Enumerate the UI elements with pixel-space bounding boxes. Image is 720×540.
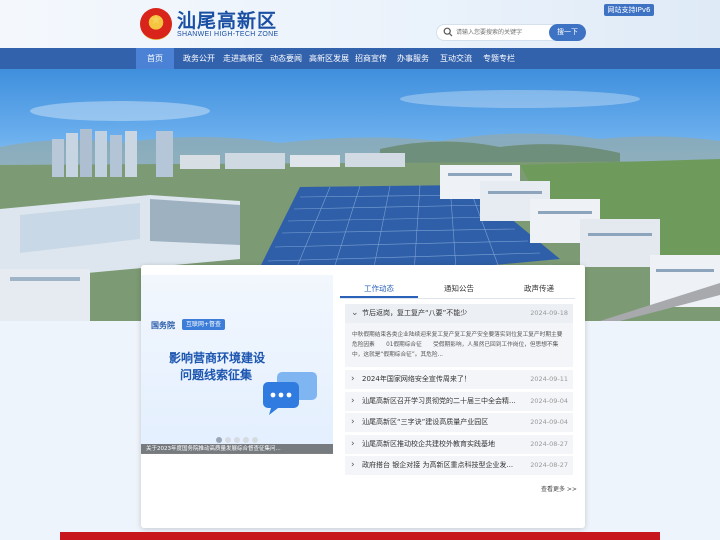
tab-policy-voice[interactable]: 政声传递 [500,279,578,298]
news-title[interactable]: 汕尾高新区“三字诀”建设高质量产业园区 [362,413,522,432]
news-date: 2024-09-11 [530,375,568,383]
news-title[interactable]: 汕尾高新区召开学习贯彻党的二十届三中全会精... [362,392,522,411]
banner-title-line1: 影响营商环境建设 [169,351,266,365]
header: ★ 汕尾高新区 SHANWEI HIGH-TECH ZONE 网站支持IPv6 … [0,0,720,48]
nav-item-services[interactable]: 办事服务 [393,48,433,69]
view-more-link[interactable]: 查看更多 >> [541,484,577,493]
promo-banner[interactable]: 国务院 互联网+督查 影响营商环境建设 问题线索征集 [141,275,333,453]
news-date: 2024-09-18 [530,309,568,317]
nav-item-investment[interactable]: 招商宣传 [352,48,390,69]
list-item[interactable]: › 汕尾高新区推动校企共建校外教育实践基地 2024-08-27 [345,435,573,454]
footer-bar [60,532,660,540]
chevron-down-icon: ⌄ [351,308,359,318]
nav-item-news[interactable]: 动态要闻 [266,48,306,69]
news-title[interactable]: 节后返岗，复工复产“八要”不能少 [362,304,522,323]
tab-notices[interactable]: 通知公告 [420,279,498,298]
search-input[interactable] [456,26,552,39]
carousel-dot-1[interactable] [216,437,222,443]
ipv6-badge: 网站支持IPv6 [604,4,654,16]
featured-news-item[interactable]: ⌄ 节后返岗，复工复产“八要”不能少 2024-09-18 中秋假期结束各类企业… [345,304,573,367]
banner-caption[interactable]: 关于2023年度国务院推动高质量发展综合督查征集问... [141,444,333,454]
featured-news-summary: 中秋假期结束各类企业陆续迎来复工复产复工复产安全要落实到位复工复产时期主要危险因… [352,332,563,358]
list-item[interactable]: › 汕尾高新区召开学习贯彻党的二十届三中全会精... 2024-09-04 [345,392,573,411]
tab-work-news[interactable]: 工作动态 [340,279,418,298]
carousel-dot-3[interactable] [234,437,240,443]
carousel-dot-5[interactable] [252,437,258,443]
site-name[interactable]: 汕尾高新区 [177,11,277,31]
chevron-right-icon: › [351,417,355,427]
nav-item-home[interactable]: 首页 [136,48,174,69]
star-icon: ★ [150,13,162,28]
banner-title-line2: 问题线索征集 [180,368,253,382]
news-title[interactable]: 汕尾高新区推动校企共建校外教育实践基地 [362,435,522,454]
list-item[interactable]: › 政府搭台 银企对接 为高新区重点科技型企业发... 2024-08-27 [345,456,573,475]
chevron-right-icon: › [351,460,355,470]
featured-news-header[interactable]: ⌄ 节后返岗，复工复产“八要”不能少 2024-09-18 [345,304,573,323]
nav-item-interaction[interactable]: 互动交流 [437,48,475,69]
national-emblem-logo: ★ [140,8,172,40]
banner-badge-state-council: 国务院 [151,321,175,330]
news-title[interactable]: 2024年国家网络安全宣传周来了！ [362,370,522,389]
carousel-dot-2[interactable] [225,437,231,443]
chat-bubble-icon [263,372,317,415]
news-title[interactable]: 政府搭台 银企对接 为高新区重点科技型企业发... [362,456,522,475]
chevron-right-icon: › [351,439,355,449]
nav-item-topics[interactable]: 专题专栏 [479,48,519,69]
chevron-right-icon: › [351,396,355,406]
news-date: 2024-08-27 [530,440,568,448]
news-date: 2024-08-27 [530,461,568,469]
main-nav: 首页 政务公开 走进高新区 动态要闻 高新区发展 招商宣传 办事服务 互动交流 … [0,48,720,69]
carousel-dot-4[interactable] [243,437,249,443]
nav-item-about-zone[interactable]: 走进高新区 [221,48,265,69]
list-item[interactable]: › 2024年国家网络安全宣传周来了！ 2024-09-11 [345,370,573,389]
search-button[interactable]: 搜一下 [549,24,586,41]
news-date: 2024-09-04 [530,397,568,405]
site-subtitle: SHANWEI HIGH-TECH ZONE [177,31,279,38]
nav-item-gov-affairs[interactable]: 政务公开 [179,48,219,69]
search-icon [443,27,453,37]
tab-divider [340,298,575,299]
banner-badge-internet-inspection: 互联网+督查 [182,319,226,330]
news-date: 2024-09-04 [530,418,568,426]
nav-item-development[interactable]: 高新区发展 [306,48,352,69]
chevron-right-icon: › [351,374,355,384]
list-item[interactable]: › 汕尾高新区“三字诀”建设高质量产业园区 2024-09-04 [345,413,573,432]
